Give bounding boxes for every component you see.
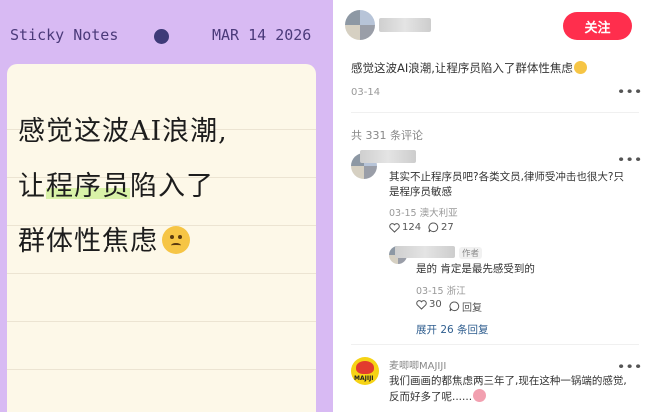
comment-text-line-1: 其实不止程序员吧?各类文员,律师受冲击也很大?只 (389, 171, 624, 183)
reply-meta: 03-15 浙江 (416, 286, 466, 297)
author-name-blurred[interactable] (379, 18, 431, 32)
note-line-3-text: 群体性焦虑 (18, 226, 158, 257)
divider (351, 112, 639, 113)
comment2-text-line-2: 反而好多了呢...... (389, 389, 644, 405)
reply-name-blurred[interactable] (395, 246, 455, 258)
post-panel: 关注 感觉这波AI浪潮,让程序员陷入了群体性焦虑 03-14 ••• 共 331… (333, 0, 650, 412)
comment-count: 共 331 条评论 (351, 129, 423, 142)
author-tag: 作者 (459, 247, 483, 259)
reply-like-button[interactable]: 30 (416, 299, 442, 310)
comment-text-line-2: 是程序员敏感 (389, 186, 452, 198)
like-button[interactable]: 124 (389, 222, 421, 233)
avatar-label: MAJIJI (354, 375, 374, 382)
note-image[interactable]: Sticky Notes MAR 14 2026 感觉这波AI浪潮, 让程序员陷… (0, 0, 333, 412)
avatar-face (356, 361, 374, 374)
worried-face-icon (162, 226, 190, 254)
heart-icon (389, 222, 400, 233)
reply-count: 27 (441, 222, 454, 233)
follow-button[interactable]: 关注 (563, 12, 632, 40)
pin-icon (154, 29, 169, 44)
note-line-2-pre: 让 (18, 171, 46, 202)
note-line-1: 感觉这波AI浪潮, (18, 116, 228, 147)
comment-meta: 03-15 澳大利亚 (389, 208, 458, 219)
reply-reply-button[interactable]: 回复 (449, 299, 482, 314)
note-line-3: 群体性焦虑 (18, 214, 308, 269)
comment2-text-line-2-content: 反而好多了呢...... (389, 391, 473, 403)
worried-face-icon (573, 61, 587, 74)
more-icon[interactable]: ••• (617, 85, 642, 99)
post-date: 03-14 (351, 87, 381, 98)
commenter-username[interactable]: 麦唧唧MAJIJI (389, 357, 446, 372)
expand-replies-link[interactable]: 展开 26 条回复 (416, 322, 489, 337)
reply-label: 回复 (462, 303, 482, 314)
note-date: MAR 14 2026 (212, 26, 312, 44)
reply-text: 是的 肯定是最先感受到的 (416, 263, 535, 275)
majiji-avatar[interactable]: MAJIJI (351, 357, 379, 385)
app-window: Sticky Notes MAR 14 2026 感觉这波AI浪潮, 让程序员陷… (0, 0, 650, 412)
note-line-2: 让程序员陷入了 (18, 159, 308, 214)
more-icon[interactable]: ••• (617, 153, 642, 167)
comment-text: 其实不止程序员吧?各类文员,律师受冲击也很大?只 是程序员敏感 (389, 170, 639, 200)
more-icon[interactable]: ••• (617, 360, 642, 374)
comment2-text: 我们画画的都焦虑两三年了,现在这种一锅端的感觉, 反而好多了呢...... (389, 374, 644, 405)
reply-like-count: 30 (429, 299, 442, 310)
comment-bubble-icon (449, 301, 460, 312)
comment-bubble-icon (428, 222, 439, 233)
post-text-content: 感觉这波AI浪潮,让程序员陷入了群体性焦虑 (351, 61, 573, 75)
heart-icon (416, 299, 427, 310)
sticker-icon (473, 389, 487, 402)
post-text: 感觉这波AI浪潮,让程序员陷入了群体性焦虑 (351, 60, 587, 76)
note-brand: Sticky Notes (10, 26, 119, 44)
like-count: 124 (402, 222, 422, 233)
divider (351, 344, 639, 345)
author-avatar[interactable] (345, 10, 375, 40)
note-highlight: 程序员 (46, 171, 130, 202)
note-text: 感觉这波AI浪潮, 让程序员陷入了 群体性焦虑 (18, 104, 308, 269)
reply-button[interactable]: 27 (428, 222, 454, 233)
comment2-text-line-1: 我们画画的都焦虑两三年了,现在这种一锅端的感觉, (389, 375, 627, 387)
commenter-name-blurred[interactable] (360, 150, 416, 163)
note-line-2-post: 陷入了 (130, 171, 214, 202)
